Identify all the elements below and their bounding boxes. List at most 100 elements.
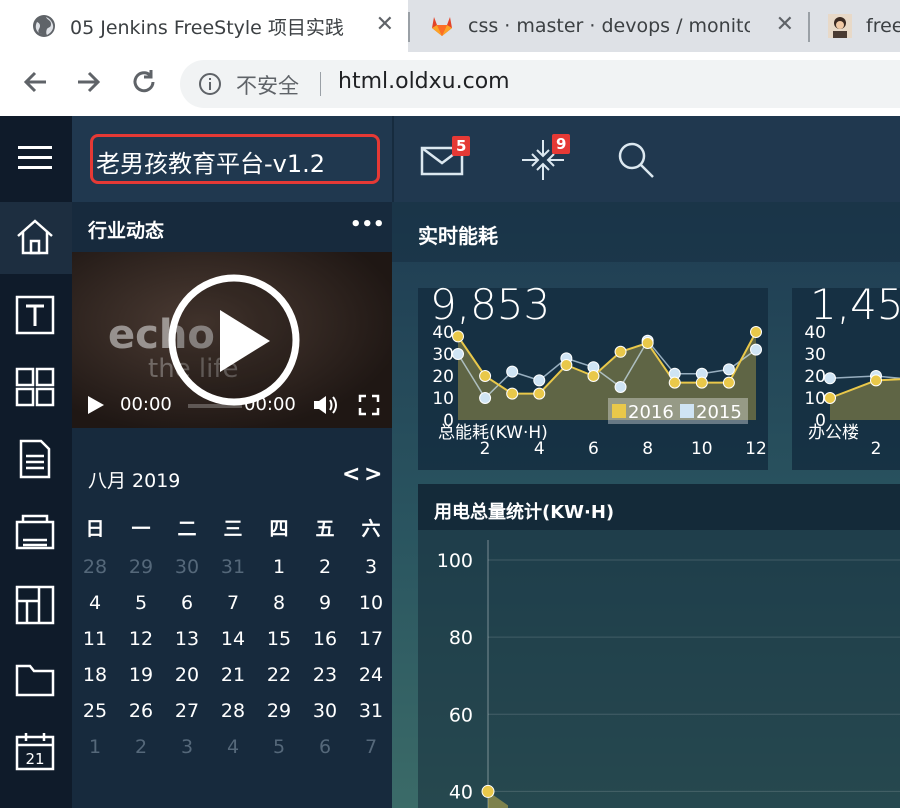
calendar-day[interactable]: 29 xyxy=(256,700,302,722)
data-point-2015 xyxy=(452,348,464,360)
data-point xyxy=(481,784,495,798)
calendar-next-icon[interactable]: > xyxy=(364,462,382,487)
calendar-day[interactable]: 7 xyxy=(348,736,394,758)
calendar-day[interactable]: 23 xyxy=(302,664,348,686)
calendar-day[interactable]: 10 xyxy=(348,592,394,614)
energy-title: 实时能耗 xyxy=(418,224,498,248)
total-energy-card: 9,853 0 10 20 30 40 2 4 6 8 10 12 2016 2015 总能耗(KW·H… xyxy=(418,280,768,470)
calendar-day[interactable]: 3 xyxy=(348,556,394,578)
calendar-day[interactable]: 6 xyxy=(302,736,348,758)
tab-title: css · master · devops / monito xyxy=(468,15,750,37)
video-progress[interactable] xyxy=(188,404,242,408)
calendar-weekday: 二 xyxy=(177,518,197,540)
calendar-day[interactable]: 18 xyxy=(72,664,118,686)
calendar-day[interactable]: 19 xyxy=(118,664,164,686)
calendar-day[interactable]: 20 xyxy=(164,664,210,686)
calendar-day[interactable]: 8 xyxy=(256,592,302,614)
calendar-day[interactable]: 15 xyxy=(256,628,302,650)
url-text[interactable]: html.oldxu.com xyxy=(338,69,510,94)
data-point-2016 xyxy=(722,376,735,389)
omnibox[interactable]: 不安全 html.oldxu.com xyxy=(180,60,900,108)
volume-icon[interactable] xyxy=(312,394,338,416)
nav-item-home[interactable] xyxy=(0,202,72,274)
calendar-weekday: 一 xyxy=(131,518,151,540)
video-current-time: 00:00 xyxy=(120,394,172,415)
calendar-day[interactable]: 1 xyxy=(256,556,302,578)
y-tick-label: 60 xyxy=(449,704,473,726)
grid-icon[interactable] xyxy=(14,366,56,408)
text-icon[interactable] xyxy=(14,294,56,336)
document-icon[interactable] xyxy=(14,438,56,480)
calendar-day[interactable]: 1 xyxy=(72,736,118,758)
calendar-day[interactable]: 5 xyxy=(118,592,164,614)
fullscreen-icon[interactable] xyxy=(358,394,380,416)
folder-icon[interactable] xyxy=(14,658,56,700)
printer-icon[interactable] xyxy=(14,512,56,554)
calendar-day[interactable]: 4 xyxy=(210,736,256,758)
play-icon[interactable] xyxy=(166,272,302,408)
back-icon[interactable] xyxy=(22,68,50,103)
browser-tab-gitlab[interactable]: css · master · devops / monito ✕ xyxy=(410,0,808,52)
calendar-day[interactable]: 5 xyxy=(256,736,302,758)
more-icon[interactable]: ••• xyxy=(350,214,385,235)
x-tick-label: 10 xyxy=(691,439,713,459)
forward-icon[interactable] xyxy=(74,68,102,103)
browser-tab-free[interactable]: free xyxy=(812,0,900,52)
svg-text:21: 21 xyxy=(25,750,44,768)
calendar-day[interactable]: 17 xyxy=(348,628,394,650)
mail-button[interactable]: 5 xyxy=(420,136,471,182)
calendar-weekday: 四 xyxy=(269,518,289,540)
calendar-day[interactable]: 31 xyxy=(210,556,256,578)
calendar-day[interactable]: 12 xyxy=(118,628,164,650)
calendar-day[interactable]: 31 xyxy=(348,700,394,722)
calendar-day[interactable]: 28 xyxy=(72,556,118,578)
close-tab-icon[interactable]: ✕ xyxy=(376,12,394,37)
calendar-prev-icon[interactable]: < xyxy=(342,462,360,487)
usage-chart: 40 60 80 100 xyxy=(437,540,900,808)
calendar-day[interactable]: 3 xyxy=(164,736,210,758)
calendar-day[interactable]: 13 xyxy=(164,628,210,650)
browser-tab-jenkins[interactable]: 05 Jenkins FreeStyle 项目实践 ✕ xyxy=(0,0,408,52)
mail-badge: 5 xyxy=(452,136,471,156)
calendar-day[interactable]: 30 xyxy=(302,700,348,722)
data-point-2016 xyxy=(695,376,708,389)
calendar-day[interactable]: 29 xyxy=(118,556,164,578)
calendar-day[interactable]: 14 xyxy=(210,628,256,650)
tab-divider xyxy=(808,12,810,42)
reload-icon[interactable] xyxy=(130,68,158,103)
hamburger-menu-icon[interactable] xyxy=(18,144,52,172)
calendar-day[interactable]: 26 xyxy=(118,700,164,722)
calendar-day[interactable]: 22 xyxy=(256,664,302,686)
calendar-day[interactable]: 28 xyxy=(210,700,256,722)
data-point-2015 xyxy=(750,343,762,356)
legend-label-2015: 2015 xyxy=(696,402,742,423)
calendar-day[interactable]: 21 xyxy=(210,664,256,686)
calendar-icon[interactable]: 21 xyxy=(14,730,56,772)
calendar-day[interactable]: 25 xyxy=(72,700,118,722)
video-player[interactable]: echo the life 00:00 00:00 xyxy=(72,252,392,428)
globe-icon xyxy=(33,15,55,37)
calendar-day[interactable]: 27 xyxy=(164,700,210,722)
close-tab-icon[interactable]: ✕ xyxy=(776,12,794,37)
compress-button[interactable]: 9 xyxy=(520,134,571,186)
total-energy-label: 总能耗(KW·H) xyxy=(438,423,548,443)
alerts-badge: 9 xyxy=(552,134,571,154)
calendar-day[interactable]: 24 xyxy=(348,664,394,686)
calendar-day[interactable]: 6 xyxy=(164,592,210,614)
calendar-day[interactable]: 11 xyxy=(72,628,118,650)
y-tick-label: 10 xyxy=(804,389,826,409)
left-nav: 21 xyxy=(0,116,72,808)
calendar-day[interactable]: 4 xyxy=(72,592,118,614)
calendar-day[interactable]: 2 xyxy=(302,556,348,578)
calendar-day[interactable]: 7 xyxy=(210,592,256,614)
calendar-day[interactable]: 9 xyxy=(302,592,348,614)
calendar-month: 八月 2019 xyxy=(88,470,181,492)
layout-icon[interactable] xyxy=(14,584,56,626)
calendar-day[interactable]: 2 xyxy=(118,736,164,758)
play-small-icon[interactable] xyxy=(86,394,106,416)
y-tick-label: 30 xyxy=(432,345,454,365)
search-icon[interactable] xyxy=(616,140,656,180)
calendar-day[interactable]: 16 xyxy=(302,628,348,650)
info-icon[interactable] xyxy=(198,72,222,96)
calendar-day[interactable]: 30 xyxy=(164,556,210,578)
